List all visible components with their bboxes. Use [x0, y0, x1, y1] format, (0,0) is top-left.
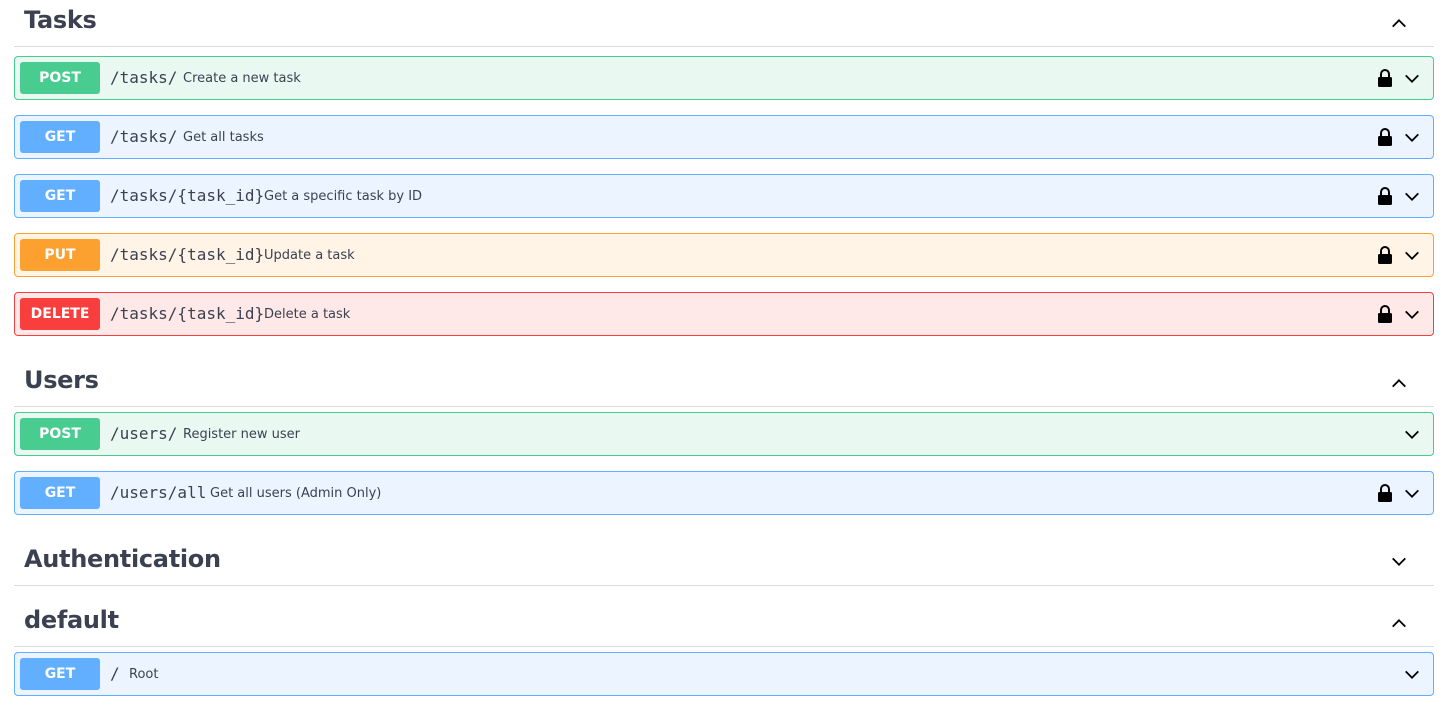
- method-badge: GET: [20, 477, 100, 509]
- operation-path: /tasks/{task_id}: [110, 186, 265, 205]
- operation-get-task-by-id[interactable]: GET /tasks/{task_id} Get a specific task…: [14, 174, 1434, 218]
- method-badge: GET: [20, 658, 100, 690]
- method-badge: POST: [20, 418, 100, 450]
- lock-icon[interactable]: [1377, 127, 1393, 147]
- operation-summary: Root: [129, 667, 159, 682]
- lock-icon[interactable]: [1377, 186, 1393, 206]
- operation-path: /: [110, 664, 120, 683]
- operation-summary: Get all users (Admin Only): [210, 486, 382, 501]
- section-header-default[interactable]: default: [14, 600, 1434, 647]
- lock-icon[interactable]: [1377, 68, 1393, 88]
- method-badge: GET: [20, 180, 100, 212]
- lock-icon[interactable]: [1377, 245, 1393, 265]
- operation-summary: Create a new task: [183, 71, 301, 86]
- section-title: Tasks: [24, 6, 97, 34]
- operation-path: /tasks/{task_id}: [110, 304, 265, 323]
- chevron-down-icon[interactable]: [1390, 553, 1408, 571]
- method-badge: POST: [20, 62, 100, 94]
- operation-get-tasks[interactable]: GET /tasks/ Get all tasks: [14, 115, 1434, 159]
- section-header-tasks[interactable]: Tasks: [14, 0, 1434, 47]
- operation-get-root[interactable]: GET / Root: [14, 652, 1434, 696]
- section-authentication: Authentication: [14, 539, 1434, 586]
- operation-summary: Delete a task: [264, 307, 351, 322]
- chevron-down-icon[interactable]: [1403, 306, 1421, 324]
- operation-post-tasks[interactable]: POST /tasks/ Create a new task: [14, 56, 1434, 100]
- operation-path: /users/: [110, 424, 178, 443]
- chevron-up-icon[interactable]: [1390, 14, 1408, 32]
- operation-path: /tasks/: [110, 127, 178, 146]
- lock-icon[interactable]: [1377, 483, 1393, 503]
- operation-path: /tasks/: [110, 68, 178, 87]
- section-title: Authentication: [24, 545, 221, 573]
- section-default: default: [14, 600, 1434, 647]
- chevron-down-icon[interactable]: [1403, 666, 1421, 684]
- method-badge: PUT: [20, 239, 100, 271]
- operation-get-users-all[interactable]: GET /users/all Get all users (Admin Only…: [14, 471, 1434, 515]
- operation-put-task[interactable]: PUT /tasks/{task_id} Update a task: [14, 233, 1434, 277]
- chevron-up-icon[interactable]: [1390, 614, 1408, 632]
- operation-delete-task[interactable]: DELETE /tasks/{task_id} Delete a task: [14, 292, 1434, 336]
- operation-summary: Get a specific task by ID: [264, 189, 423, 204]
- section-header-authentication[interactable]: Authentication: [14, 539, 1434, 586]
- chevron-down-icon[interactable]: [1403, 426, 1421, 444]
- chevron-down-icon[interactable]: [1403, 188, 1421, 206]
- section-title: default: [24, 606, 119, 634]
- section-title: Users: [24, 366, 99, 394]
- chevron-up-icon[interactable]: [1390, 374, 1408, 392]
- operation-summary: Update a task: [264, 248, 355, 263]
- chevron-down-icon[interactable]: [1403, 129, 1421, 147]
- operation-post-users[interactable]: POST /users/ Register new user: [14, 412, 1434, 456]
- chevron-down-icon[interactable]: [1403, 247, 1421, 265]
- section-tasks: Tasks: [14, 0, 1434, 47]
- method-badge: DELETE: [20, 298, 100, 330]
- method-badge: GET: [20, 121, 100, 153]
- section-users: Users: [14, 360, 1434, 407]
- section-header-users[interactable]: Users: [14, 360, 1434, 407]
- operation-summary: Register new user: [183, 427, 301, 442]
- lock-icon[interactable]: [1377, 304, 1393, 324]
- operation-path: /tasks/{task_id}: [110, 245, 265, 264]
- chevron-down-icon[interactable]: [1403, 485, 1421, 503]
- operation-path: /users/all: [110, 483, 207, 502]
- chevron-down-icon[interactable]: [1403, 70, 1421, 88]
- operation-summary: Get all tasks: [183, 130, 264, 145]
